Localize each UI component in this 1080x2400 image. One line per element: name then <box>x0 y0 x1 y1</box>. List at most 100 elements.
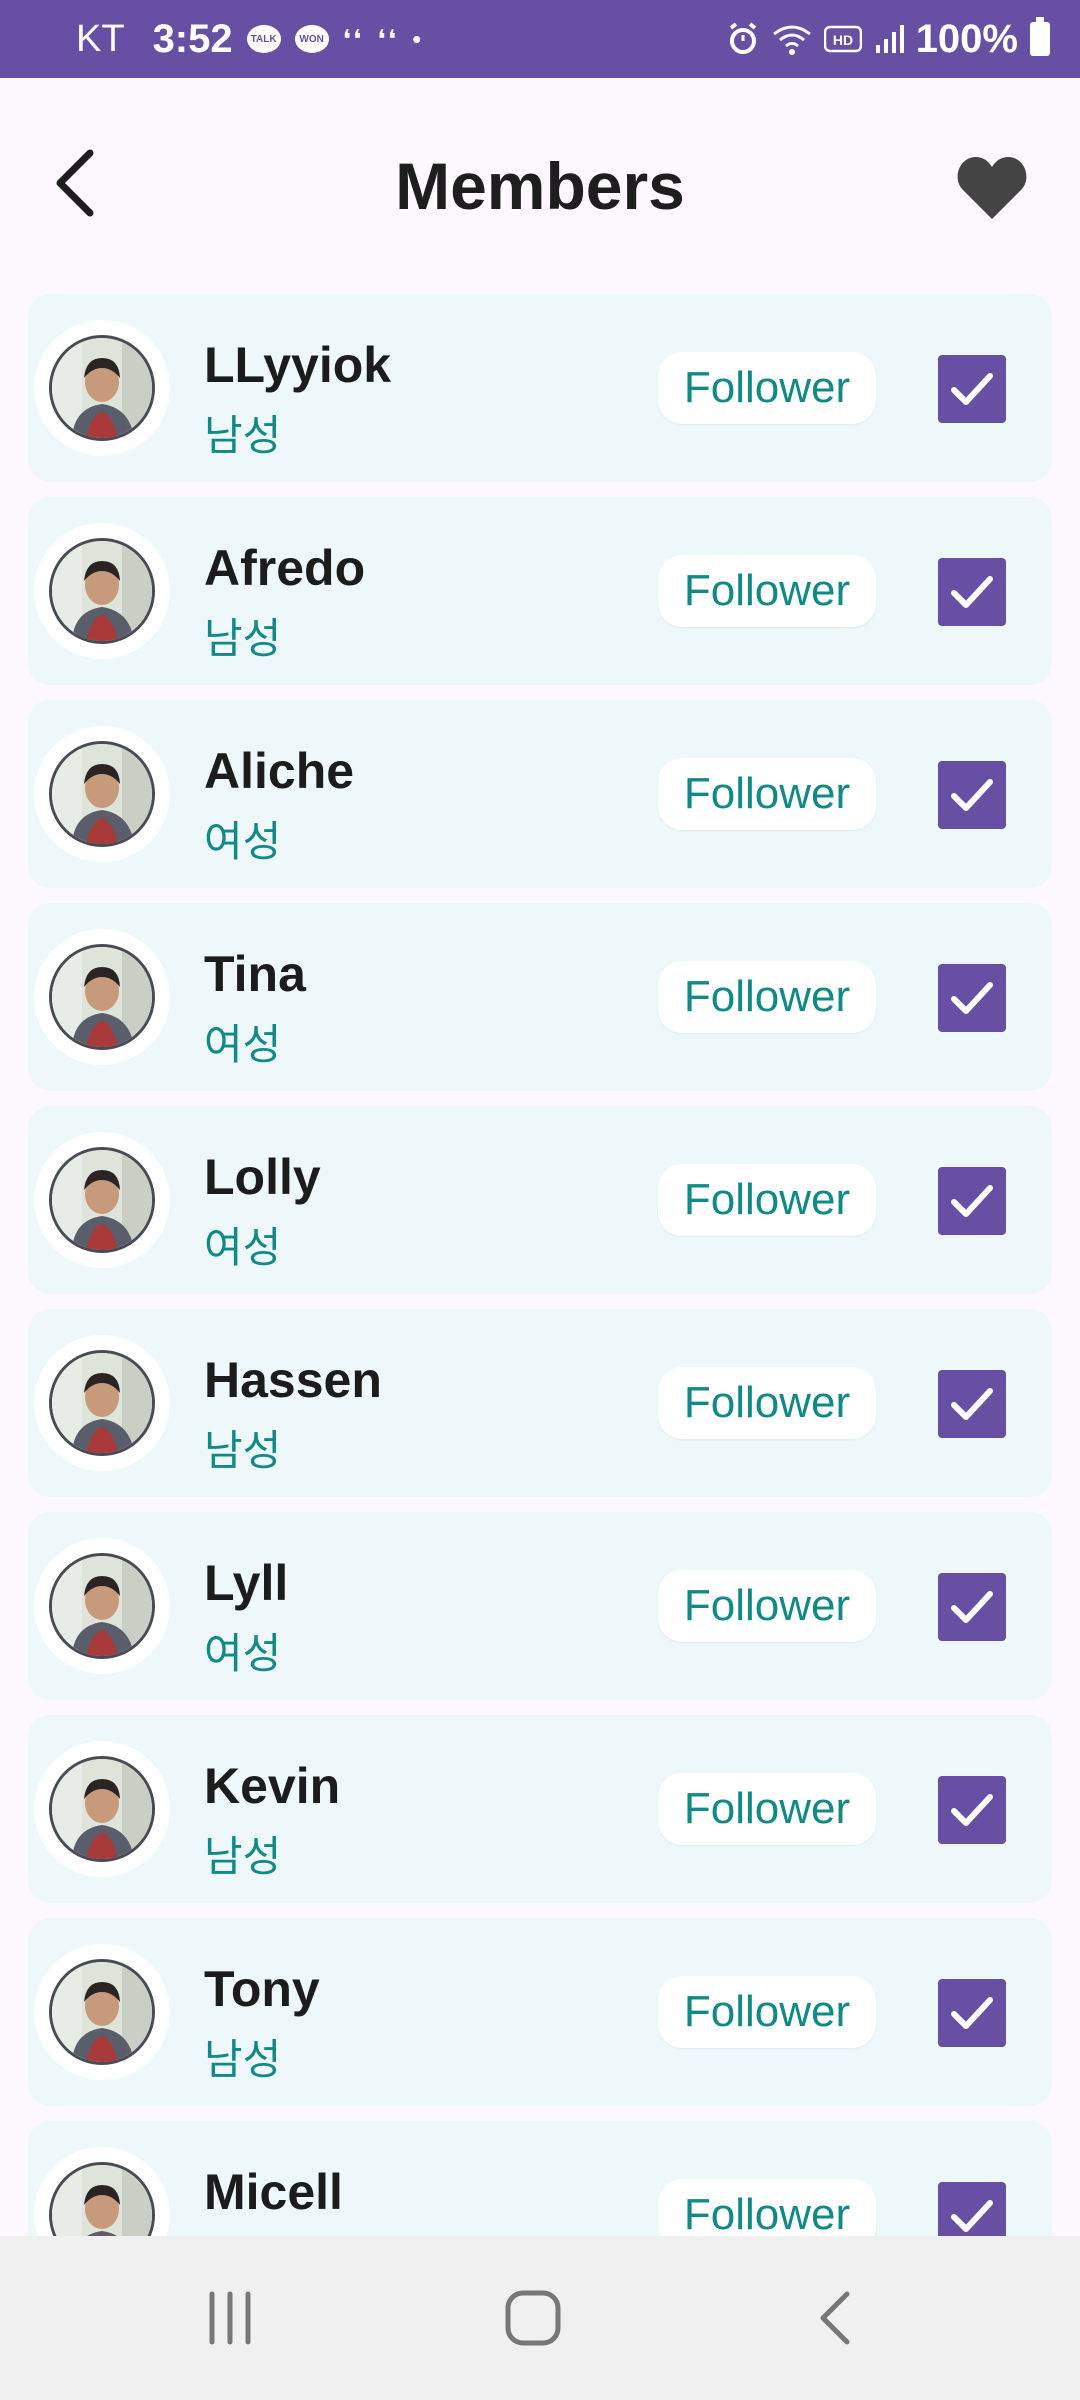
avatar[interactable] <box>34 1944 170 2080</box>
navigation-bar <box>0 2236 1080 2400</box>
home-icon <box>505 2290 561 2346</box>
avatar-photo <box>49 1756 155 1862</box>
avatar[interactable] <box>34 320 170 456</box>
member-name: Tina <box>204 946 306 1002</box>
member-list[interactable]: LLyyiok 남성 Follower Afredo 남성 Follower Aliche 여… <box>28 294 1052 2236</box>
member-checkbox[interactable] <box>938 1573 1006 1641</box>
member-gender: 남성 <box>204 412 282 459</box>
favorite-button[interactable] <box>952 148 1032 228</box>
avatar[interactable] <box>34 726 170 862</box>
check-icon <box>951 1388 993 1420</box>
follower-button[interactable]: Follower <box>658 758 876 830</box>
avatar[interactable] <box>34 1741 170 1877</box>
kakaotalk-icon: TALK <box>246 25 281 53</box>
avatar[interactable] <box>34 523 170 659</box>
avatar-photo <box>49 1553 155 1659</box>
member-gender: 남성 <box>204 2036 282 2083</box>
member-checkbox[interactable] <box>938 964 1006 1032</box>
follower-button[interactable]: Follower <box>658 1773 876 1845</box>
avatar-photo <box>49 1350 155 1456</box>
member-name: Kevin <box>204 1758 341 1814</box>
battery-percent: 100% <box>915 16 1018 61</box>
avatar[interactable] <box>34 2147 170 2236</box>
member-name: LLyyiok <box>204 337 392 393</box>
avatar-photo <box>49 538 155 644</box>
battery-icon <box>1030 17 1050 56</box>
check-icon <box>951 576 993 608</box>
system-back-button[interactable] <box>746 2236 926 2400</box>
status-bar: KT 3:52 TALK WON ❛❛ ❛❛ • HD 100% <box>0 0 1080 78</box>
check-icon <box>951 373 993 405</box>
avatar[interactable] <box>34 1538 170 1674</box>
member-card[interactable]: Kevin 남성 Follower <box>28 1715 1052 1903</box>
member-name: Afredo <box>204 540 366 596</box>
page-title: Members <box>395 149 685 223</box>
avatar-photo <box>49 741 155 847</box>
follower-button[interactable]: Follower <box>658 1367 876 1439</box>
avatar-photo <box>49 2162 155 2236</box>
member-gender: 여성 <box>204 1630 282 1677</box>
avatar-photo <box>49 944 155 1050</box>
member-checkbox[interactable] <box>938 2182 1006 2236</box>
avatar[interactable] <box>34 929 170 1065</box>
recent-apps-button[interactable] <box>140 2236 320 2400</box>
follower-button[interactable]: Follower <box>658 1164 876 1236</box>
kakao-won-icon: WON <box>294 25 329 53</box>
follower-button[interactable]: Follower <box>658 2179 876 2236</box>
follower-button[interactable]: Follower <box>658 961 876 1033</box>
member-gender: 남성 <box>204 1427 282 1474</box>
status-bar-left: KT 3:52 TALK WON ❛❛ ❛❛ • <box>76 0 423 78</box>
wifi-icon <box>772 22 812 56</box>
svg-text:HD: HD <box>833 32 853 48</box>
avatar-photo <box>49 1147 155 1253</box>
check-icon <box>951 1794 993 1826</box>
follower-button[interactable]: Follower <box>658 352 876 424</box>
hd-icon: HD <box>823 24 862 54</box>
member-checkbox[interactable] <box>938 1776 1006 1844</box>
quote-icon: ❛❛ <box>342 23 364 54</box>
member-card[interactable]: Aliche 여성 Follower <box>28 700 1052 888</box>
member-card[interactable]: Lolly 여성 Follower <box>28 1106 1052 1294</box>
member-gender: 남성 <box>204 1833 282 1880</box>
member-name: Aliche <box>204 743 355 799</box>
member-checkbox[interactable] <box>938 558 1006 626</box>
app-header: Members <box>0 78 1080 298</box>
follower-button[interactable]: Follower <box>658 1976 876 2048</box>
heart-icon <box>957 157 1027 219</box>
home-button[interactable] <box>443 2236 623 2400</box>
check-icon <box>951 1591 993 1623</box>
member-checkbox[interactable] <box>938 355 1006 423</box>
check-icon <box>951 982 993 1014</box>
member-checkbox[interactable] <box>938 1370 1006 1438</box>
follower-button[interactable]: Follower <box>658 555 876 627</box>
avatar[interactable] <box>34 1132 170 1268</box>
avatar[interactable] <box>34 1335 170 1471</box>
carrier-label: KT <box>76 17 125 60</box>
member-name: Lolly <box>204 1149 321 1205</box>
member-checkbox[interactable] <box>938 761 1006 829</box>
member-name: Hassen <box>204 1352 382 1408</box>
back-icon <box>820 2291 850 2345</box>
check-icon <box>951 1185 993 1217</box>
member-card[interactable]: Tina 여성 Follower <box>28 903 1052 1091</box>
won-label: WON <box>299 33 324 45</box>
follower-button[interactable]: Follower <box>658 1570 876 1642</box>
member-checkbox[interactable] <box>938 1979 1006 2047</box>
member-name: Lyll <box>204 1555 289 1611</box>
member-gender: 여성 <box>204 1224 282 1271</box>
member-name: Micell <box>204 2164 343 2220</box>
member-card[interactable]: Afredo 남성 Follower <box>28 497 1052 685</box>
member-card[interactable]: Micell Follower <box>28 2121 1052 2236</box>
avatar-photo <box>49 1959 155 2065</box>
check-icon <box>951 1997 993 2029</box>
signal-icon <box>874 23 904 55</box>
member-card[interactable]: Hassen 남성 Follower <box>28 1309 1052 1497</box>
member-gender: 남성 <box>204 615 282 662</box>
member-card[interactable]: Lyll 여성 Follower <box>28 1512 1052 1700</box>
member-checkbox[interactable] <box>938 1167 1006 1235</box>
check-icon <box>951 779 993 811</box>
member-card[interactable]: Tony 남성 Follower <box>28 1918 1052 2106</box>
member-gender: 여성 <box>204 818 282 865</box>
status-bar-right: HD 100% <box>726 0 1050 78</box>
member-card[interactable]: LLyyiok 남성 Follower <box>28 294 1052 482</box>
